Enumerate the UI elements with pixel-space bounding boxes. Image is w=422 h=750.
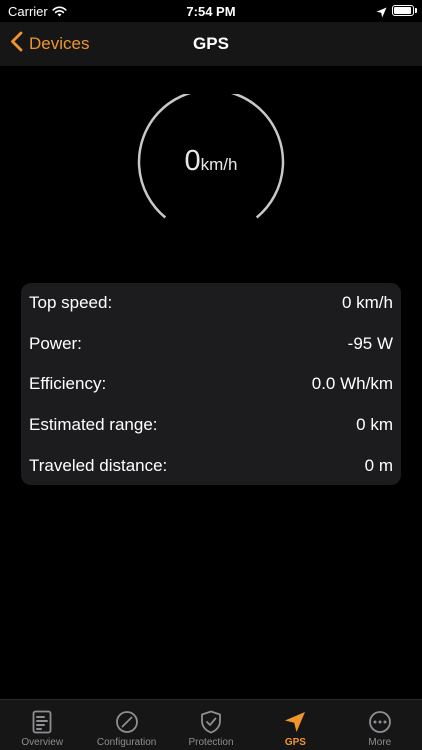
stat-label: Top speed: [29, 293, 113, 312]
tab-label: Configuration [96, 737, 157, 748]
speed-readout: 0km/h [135, 145, 287, 178]
tab-gps[interactable]: GPS [253, 700, 337, 750]
stat-label: Power: [29, 334, 82, 353]
stat-label: Estimated range: [29, 415, 158, 434]
tab-more[interactable]: More [338, 700, 422, 750]
stat-value: -95 W [347, 334, 393, 353]
tab-protection[interactable]: Protection [169, 700, 253, 750]
back-button[interactable]: Devices [10, 22, 89, 66]
location-services-icon [376, 5, 387, 23]
stat-row-efficiency: Efficiency: 0.0 Wh/km [29, 372, 393, 396]
stat-label: Efficiency: [29, 374, 107, 393]
stat-row-estimated-range: Estimated range: 0 km [29, 413, 393, 437]
navigation-bar: Devices GPS [0, 22, 422, 66]
stat-value: 0.0 Wh/km [311, 374, 393, 393]
chevron-left-icon [10, 31, 23, 57]
tab-label: More [368, 737, 392, 748]
tab-label: Protection [188, 737, 234, 748]
status-bar: Carrier 7:54 PM [0, 0, 422, 22]
tab-configuration[interactable]: Configuration [84, 700, 168, 750]
speed-unit: km/h [200, 155, 238, 174]
stats-card: Top speed: 0 km/h Power: -95 W Efficienc… [21, 283, 401, 485]
battery-icon [392, 5, 414, 16]
battery-tip [415, 8, 417, 13]
tab-label: GPS [284, 737, 306, 748]
stat-label: Traveled distance: [29, 456, 168, 475]
stat-row-power: Power: -95 W [29, 332, 393, 356]
stat-row-top-speed: Top speed: 0 km/h [29, 291, 393, 315]
stat-value: 0 km/h [341, 293, 393, 312]
speed-value: 0 [184, 145, 201, 177]
battery-level [394, 7, 411, 14]
stat-value: 0 km [356, 415, 393, 434]
status-time: 7:54 PM [186, 4, 236, 19]
tab-bar: Overview Configuration Protection GPS Mo… [0, 699, 422, 750]
tab-label: Overview [21, 737, 64, 748]
stat-value: 0 m [364, 456, 393, 475]
back-button-label: Devices [29, 34, 90, 53]
tab-overview[interactable]: Overview [0, 700, 84, 750]
stat-row-traveled-distance: Traveled distance: 0 m [29, 454, 393, 478]
